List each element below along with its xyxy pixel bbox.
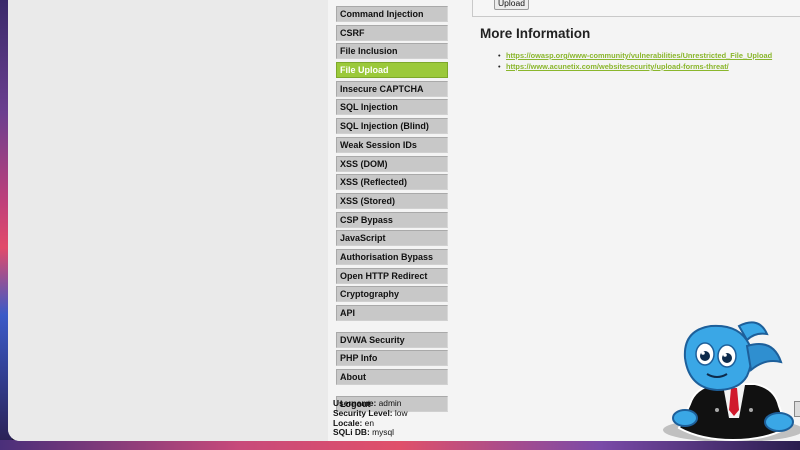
menu-item-dvwa-security[interactable]: DVWA Security — [336, 331, 448, 348]
menu-item-file-inclusion[interactable]: File Inclusion — [336, 43, 448, 60]
username-label: Username: — [333, 398, 377, 408]
menu-item-api[interactable]: API — [336, 305, 448, 321]
menu-item-about[interactable]: About — [336, 369, 448, 386]
owasp-link[interactable]: https://owasp.org/www-community/vulnerab… — [506, 51, 772, 60]
menu-item-javascript[interactable]: JavaScript — [336, 230, 448, 247]
menu-item-cryptography[interactable]: Cryptography — [336, 286, 448, 303]
overlay-edge-button[interactable] — [794, 401, 800, 417]
menu-item-csrf[interactable]: CSRF — [336, 24, 448, 41]
menu-item-weak-session-ids[interactable]: Weak Session IDs — [336, 136, 448, 153]
menu-item-php-info[interactable]: PHP Info — [336, 350, 448, 367]
locale-label: Locale: — [333, 417, 363, 428]
menu-item-csp-bypass[interactable]: CSP Bypass — [336, 211, 448, 228]
acunetix-link[interactable]: https://www.acunetix.com/websitesecurity… — [506, 62, 729, 71]
upload-button[interactable]: Upload — [494, 0, 529, 10]
sqli-db-row: SQLi DB: mysql — [333, 427, 408, 438]
locale-value: en — [364, 417, 374, 428]
menu-separator — [336, 324, 446, 332]
list-item: https://www.acunetix.com/websitesecurity… — [498, 61, 772, 72]
menu-item-sql-injection[interactable]: SQL Injection — [336, 99, 448, 116]
user-info: Username: admin Security Level: low Loca… — [333, 398, 408, 438]
browser-window: Command Injection CSRF File Inclusion File … — [8, 0, 800, 441]
sqli-db-label: SQLi DB: — [333, 427, 370, 438]
menu-item-command-injection[interactable]: Command Injection — [336, 6, 448, 22]
menu-item-xss-stored[interactable]: XSS (Stored) — [336, 192, 448, 209]
menu-item-sql-injection-blind[interactable]: SQL Injection (Blind) — [336, 118, 448, 135]
menu-item-open-http-redirect[interactable]: Open HTTP Redirect — [336, 267, 448, 284]
menu-item-authorisation-bypass[interactable]: Authorisation Bypass — [336, 248, 448, 265]
list-item: https://owasp.org/www-community/vulnerab… — [498, 50, 772, 61]
more-information-heading: More Information — [480, 26, 591, 41]
menu-item-file-upload[interactable]: File Upload — [336, 62, 448, 79]
sqli-db-value: mysql — [372, 427, 394, 438]
menu-item-xss-reflected[interactable]: XSS (Reflected) — [336, 174, 448, 191]
menu-item-xss-dom[interactable]: XSS (DOM) — [336, 155, 448, 172]
menu-item-insecure-captcha[interactable]: Insecure CAPTCHA — [336, 80, 448, 97]
page-margin-left — [8, 0, 328, 441]
security-level-label: Security Level: — [333, 407, 393, 418]
username-value: admin — [378, 398, 402, 408]
security-level-value: low — [394, 407, 408, 418]
mascot-sticker — [663, 321, 800, 441]
more-information-links: https://owasp.org/www-community/vulnerab… — [498, 50, 772, 72]
main-menu: Command Injection CSRF File Inclusion File … — [336, 6, 448, 414]
menu-separator — [336, 388, 446, 396]
desktop-wallpaper-bottom — [0, 440, 800, 450]
